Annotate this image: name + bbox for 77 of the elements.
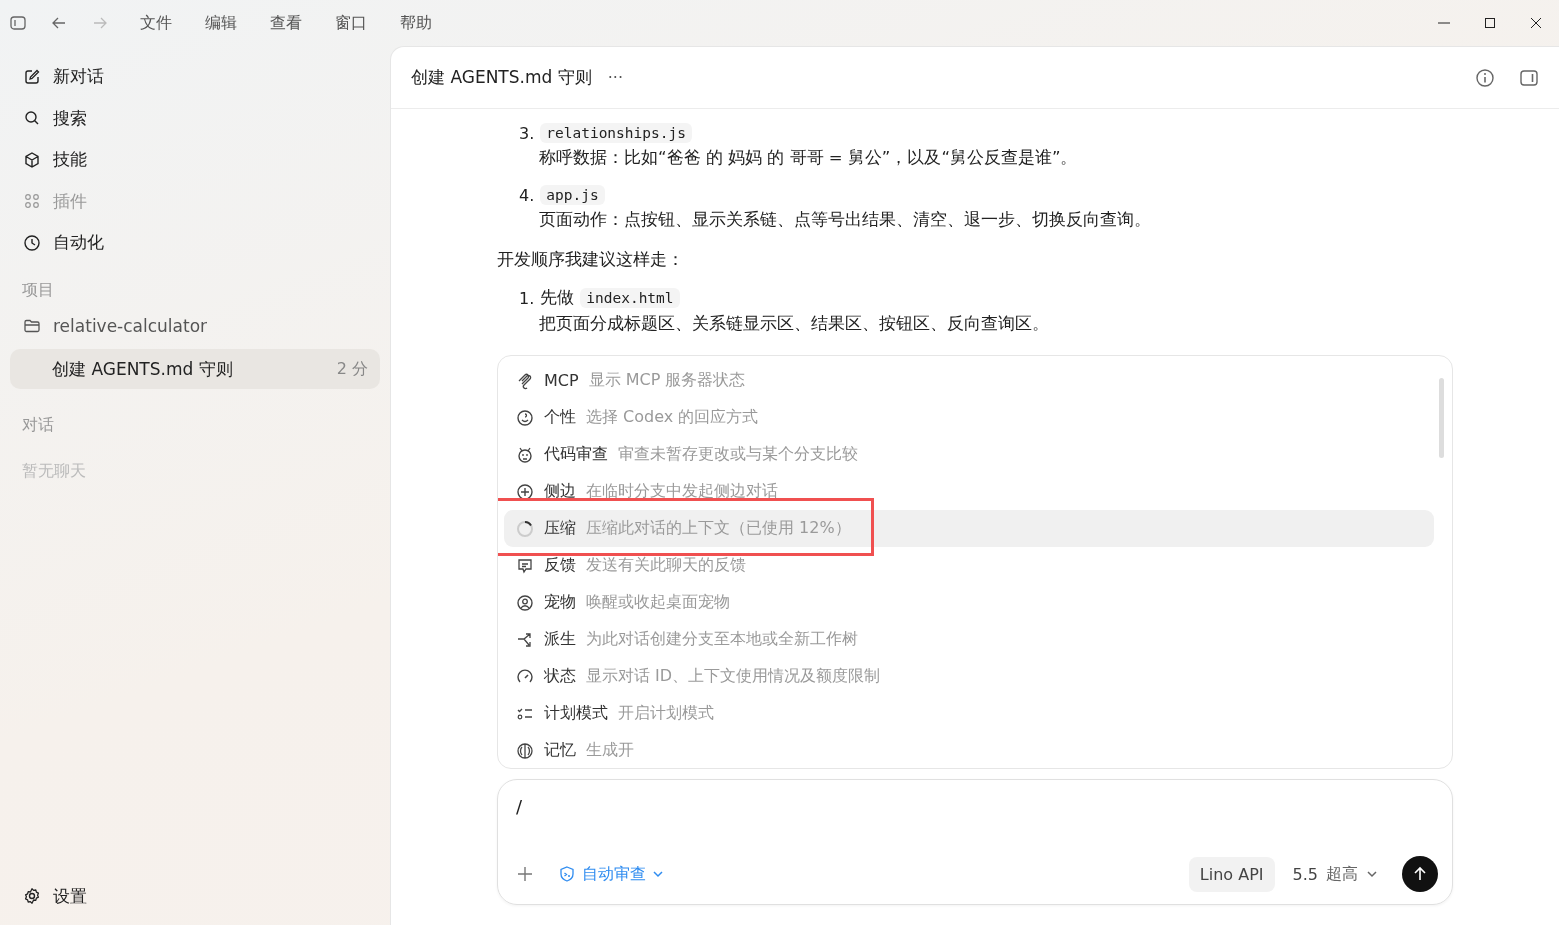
menu-item[interactable]: 文件 <box>132 12 180 34</box>
compose-icon <box>23 67 41 86</box>
command-description: 显示 MCP 服务器状态 <box>588 370 746 391</box>
menu-item[interactable]: 窗口 <box>327 12 375 34</box>
list-number: 1. <box>519 288 535 308</box>
chevron-down-icon <box>652 868 664 880</box>
smile-icon <box>516 408 534 427</box>
command-description: 发送有关此聊天的反馈 <box>586 555 746 576</box>
sidebar-toggle-icon[interactable] <box>9 14 27 32</box>
nav-item[interactable]: 技能 <box>10 139 380 181</box>
shield-icon <box>558 865 576 883</box>
info-icon[interactable] <box>1475 67 1495 88</box>
step-description: 把页面分成标题区、关系链显示区、结果区、按钮区、反向查询区。 <box>539 313 1050 335</box>
thread-title: 创建 AGENTS.md 守则 <box>52 357 233 381</box>
cube-icon <box>23 150 41 169</box>
settings-icon <box>23 887 41 906</box>
thread-time: 2 分 <box>336 358 368 380</box>
project-item[interactable]: relative-calculator <box>10 305 380 347</box>
review-mode-button[interactable]: 自动审查 <box>556 861 666 887</box>
command-item[interactable]: 派生 为此对话创建分支至本地或全新工作树 <box>504 621 1434 658</box>
command-description: 显示对话 ID、上下文使用情况及额度限制 <box>586 666 881 687</box>
command-item[interactable]: 压缩 压缩此对话的上下文（已使用 12%） <box>504 510 1434 547</box>
nav-item[interactable]: 新对话 <box>10 56 380 98</box>
add-icon[interactable] <box>516 865 534 883</box>
inline-code: index.html <box>580 288 680 308</box>
thread-item[interactable]: 创建 AGENTS.md 守则 2 分 <box>10 349 380 389</box>
bot-icon <box>516 445 534 464</box>
list-number: 4. <box>519 185 535 205</box>
menu-item[interactable]: 编辑 <box>197 12 245 34</box>
command-item[interactable]: 代码审查 审查未暂存更改或与某个分支比较 <box>504 436 1434 473</box>
section-heading: 对话 <box>21 415 55 436</box>
list-number: 3. <box>519 123 535 143</box>
nav-item[interactable]: 搜索 <box>10 97 380 139</box>
spinner-icon <box>516 519 534 538</box>
step-description: 页面动作：点按钮、显示关系链、点等号出结果、清空、退一步、切换反向查询。 <box>539 209 1152 231</box>
plus-icon <box>516 482 534 501</box>
clock-icon <box>23 233 41 252</box>
command-item[interactable]: 计划模式 开启计划模式 <box>504 695 1434 732</box>
command-description: 在临时分支中发起侧边对话 <box>586 481 778 502</box>
command-item[interactable]: 状态 显示对话 ID、上下文使用情况及额度限制 <box>504 658 1434 695</box>
nav-item[interactable]: 自动化 <box>10 222 380 264</box>
fork-icon <box>516 630 534 649</box>
inline-code: relationships.js <box>540 123 692 143</box>
command-description: 生成开 <box>586 740 634 761</box>
provider-chip[interactable]: Lino API <box>1188 856 1275 892</box>
command-description: 选择 Codex 的回应方式 <box>586 407 759 428</box>
command-item[interactable]: 宠物 唤醒或收起桌面宠物 <box>504 584 1434 621</box>
command-item[interactable]: 反馈 发送有关此聊天的反馈 <box>504 547 1434 584</box>
section-heading: 项目 <box>21 279 55 301</box>
command-item[interactable]: 个性 选择 Codex 的回应方式 <box>504 399 1434 436</box>
command-description: 为此对话创建分支至本地或全新工作树 <box>586 629 858 650</box>
more-button[interactable]: ··· <box>603 66 627 89</box>
step-text: 先做 <box>540 287 575 309</box>
command-description: 审查未暂存更改或与某个分支比较 <box>618 444 858 465</box>
command-item[interactable]: MCP 显示 MCP 服务器状态 <box>504 362 1434 399</box>
step-description: 称呼数据：比如“爸爸 的 妈妈 的 哥哥 = 舅公”，以及“舅公反查是谁”。 <box>539 147 1079 169</box>
maximize-icon[interactable] <box>1483 16 1497 30</box>
menu-item[interactable]: 帮助 <box>392 12 440 34</box>
menu-item[interactable]: 查看 <box>262 12 310 34</box>
command-item[interactable]: 记忆 生成开 <box>504 732 1434 768</box>
command-item[interactable]: 侧边 在临时分支中发起侧边对话 <box>504 473 1434 510</box>
chevron-down-icon <box>1366 868 1378 880</box>
grid-icon <box>23 192 41 211</box>
model-selector[interactable]: 5.5 超高 <box>1286 862 1384 886</box>
command-description: 开启计划模式 <box>618 703 714 724</box>
command-description: 唤醒或收起桌面宠物 <box>586 592 730 613</box>
face-icon <box>516 593 534 612</box>
close-icon[interactable] <box>1529 16 1543 30</box>
command-description: 压缩此对话的上下文（已使用 12%） <box>586 518 851 539</box>
empty-message: 暂无聊天 <box>21 461 87 482</box>
conversation-title: 创建 AGENTS.md 守则 <box>411 66 592 89</box>
send-button[interactable] <box>1402 856 1438 892</box>
inline-code: app.js <box>540 185 605 205</box>
panel-toggle-icon[interactable] <box>1519 67 1539 88</box>
settings-item[interactable]: 设置 <box>10 875 380 917</box>
chat-icon <box>516 556 534 575</box>
paragraph: 开发顺序我建议这样走： <box>497 249 685 271</box>
